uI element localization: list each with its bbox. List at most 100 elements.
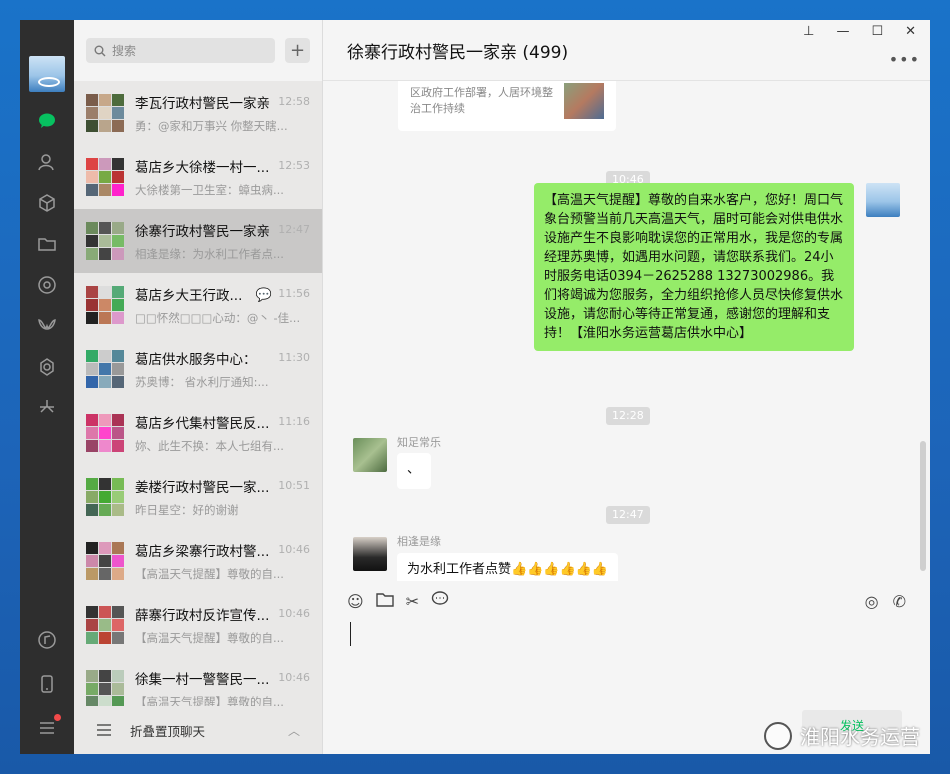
group-avatar (86, 542, 124, 580)
sender-avatar[interactable] (353, 438, 387, 472)
chat-preview: 【高温天气提醒】尊敬的自... (135, 567, 284, 581)
group-avatar (86, 670, 124, 706)
text-input-caret[interactable] (350, 622, 351, 646)
chat-preview: □□怀然□□□心动：@丶 -佳... (135, 311, 301, 325)
sender-name: 相逢是缘 (397, 535, 441, 548)
mini-program-icon[interactable] (35, 355, 59, 379)
chat-time: 11:30 (278, 351, 310, 364)
search-placeholder: 搜索 (112, 44, 137, 58)
chat-preview: 昨日星空：好的谢谢 (135, 503, 239, 517)
notification-dot (54, 714, 61, 721)
chat-time: 10:46 (278, 671, 310, 684)
search-input[interactable]: 搜索 (86, 38, 275, 63)
group-avatar (86, 478, 124, 516)
search-icon (94, 45, 106, 56)
fold-pinned-row[interactable]: 折叠置顶聊天 ︿ (74, 706, 322, 754)
group-avatar (86, 350, 124, 388)
wechat-logo-icon (764, 721, 792, 750)
chat-preview: 苏奥博： 省水利厅通知:... (135, 375, 269, 389)
chat-list-panel: 搜索 + 李瓦行政村警民一家亲 勇：@家和万事兴 你整天瞎... 12:58 葛店… (74, 20, 323, 754)
minimize-icon[interactable]: — (836, 24, 849, 39)
menu-icon[interactable] (35, 714, 61, 740)
chat-item[interactable]: 葛店供水服务中心： 苏奥博： 省水利厅通知:... 11:30 (74, 337, 322, 401)
scrollbar[interactable] (920, 441, 926, 571)
message-bubble[interactable]: 为水利工作者点赞👍👍👍👍👍👍 (397, 553, 619, 581)
shared-article-card[interactable]: 区政府工作部署，人居环境整治工作持续 (398, 81, 616, 131)
sender-avatar[interactable] (353, 537, 387, 571)
music-icon[interactable] (35, 628, 59, 652)
chat-pane: 徐寨行政村警民一家亲 (499) ⊥ — ☐ ✕ ••• 区政府工作部署，人居环… (323, 20, 930, 754)
chat-item[interactable]: 薛寨行政村反诈宣传... 【高温天气提醒】尊敬的自... 10:46 (74, 593, 322, 657)
moments-icon[interactable] (35, 273, 59, 297)
more-options-icon[interactable]: ••• (889, 50, 920, 69)
chat-item[interactable]: 葛店乡大徐楼一村一... 大徐楼第一卫生室：蟑虫病... 12:53 (74, 145, 322, 209)
chat-time: 12:47 (278, 223, 310, 236)
chat-time: 12:53 (278, 159, 310, 172)
chat-preview: 相逢是缘：为水利工作者点... (135, 247, 284, 261)
group-avatar (86, 94, 124, 132)
card-thumbnail (564, 83, 604, 119)
input-toolbar: ☺ ✂ ◎ ✆ (323, 581, 930, 621)
timestamp: 12:47 (606, 506, 650, 524)
call-controls: ◎ ✆ (865, 592, 906, 611)
wechat-window: 搜索 + 李瓦行政村警民一家亲 勇：@家和万事兴 你整天瞎... 12:58 葛店… (20, 20, 930, 754)
phone-icon[interactable] (35, 672, 59, 696)
chat-item[interactable]: 李瓦行政村警民一家亲 勇：@家和万事兴 你整天瞎... 12:58 (74, 81, 322, 145)
window-controls: ⊥ — ☐ ✕ (803, 24, 916, 39)
chat-time: 10:46 (278, 607, 310, 620)
nav-bar (20, 20, 74, 754)
chat-icon[interactable] (35, 109, 59, 133)
channels-icon[interactable] (35, 314, 59, 338)
chat-time: 12:58 (278, 95, 310, 108)
my-message-bubble[interactable]: 【高温天气提醒】尊敬的自来水客户，您好！周口气象台预警当前几天高温天气，届时可能… (534, 183, 854, 351)
chat-preview: 【高温天气提醒】尊敬的自... (135, 631, 284, 645)
message-bubble[interactable]: 、 (397, 453, 431, 489)
my-avatar-small[interactable] (866, 183, 900, 217)
add-button[interactable]: + (285, 38, 310, 63)
chat-items: 李瓦行政村警民一家亲 勇：@家和万事兴 你整天瞎... 12:58 葛店乡大徐楼一… (74, 81, 322, 706)
chat-time: 11:16 (278, 415, 310, 428)
timestamp: 12:28 (606, 407, 650, 425)
sender-name: 知足常乐 (397, 436, 441, 449)
fold-label: 折叠置顶聊天 (130, 723, 206, 739)
chat-item-selected[interactable]: 徐寨行政村警民一家亲 相逢是缘：为水利工作者点... 12:47 (74, 209, 322, 273)
chat-item[interactable]: 葛店乡代集村警民反... 妳、此生不换：本人七组有... 11:16 (74, 401, 322, 465)
chat-item[interactable]: 徐集一村一警警民一... 【高温天气提醒】尊敬的自... 10:46 (74, 657, 322, 706)
contacts-icon[interactable] (35, 150, 59, 174)
live-icon[interactable]: ◎ (865, 592, 879, 611)
folder-icon[interactable] (35, 232, 59, 256)
list-icon (97, 724, 111, 736)
chat-title: 徐寨行政村警民一家亲 (499) (347, 42, 569, 63)
emoji-icon[interactable]: ☺ (347, 592, 364, 611)
favorites-icon[interactable] (35, 191, 59, 215)
chat-item[interactable]: 葛店乡梁寨行政村警... 【高温天气提醒】尊敬的自... 10:46 (74, 529, 322, 593)
voice-call-icon[interactable]: ✆ (893, 592, 906, 611)
chat-item[interactable]: 葛店乡大王行政... □□怀然□□□心动：@丶 -佳... 💬 11:56 (74, 273, 322, 337)
pin-icon[interactable]: ⊥ (803, 24, 814, 39)
chat-time: 10:51 (278, 479, 310, 492)
group-avatar (86, 158, 124, 196)
chat-preview: 大徐楼第一卫生室：蟑虫病... (135, 183, 284, 197)
chat-history-icon[interactable] (431, 591, 449, 611)
message-area: 区政府工作部署，人居环境整治工作持续 10:46 【高温天气提醒】尊敬的自来水客… (323, 81, 930, 581)
watermark: 淮阳水务运营 (764, 721, 920, 750)
chat-preview: 妳、此生不换：本人七组有... (135, 439, 284, 453)
file-icon[interactable] (375, 591, 394, 611)
search-row: 搜索 + (74, 20, 322, 81)
chat-preview: 勇：@家和万事兴 你整天瞎... (135, 119, 288, 133)
group-avatar (86, 286, 124, 324)
watermark-text: 淮阳水务运营 (800, 725, 920, 749)
my-avatar[interactable] (29, 56, 65, 92)
maximize-icon[interactable]: ☐ (871, 24, 883, 39)
search-discover-icon[interactable] (35, 396, 59, 420)
chat-header: 徐寨行政村警民一家亲 (499) ⊥ — ☐ ✕ ••• (323, 20, 930, 81)
chat-item[interactable]: 姜楼行政村警民一家... 昨日星空：好的谢谢 10:51 (74, 465, 322, 529)
chat-time: 10:46 (278, 543, 310, 556)
close-icon[interactable]: ✕ (905, 24, 916, 39)
chevron-up-icon: ︿ (287, 723, 300, 738)
card-text: 区政府工作部署，人居环境整治工作持续 (410, 86, 553, 115)
nav-bottom (20, 628, 74, 740)
group-avatar (86, 606, 124, 644)
chat-time: 11:56 (278, 287, 310, 300)
screenshot-icon[interactable]: ✂ (406, 592, 419, 611)
